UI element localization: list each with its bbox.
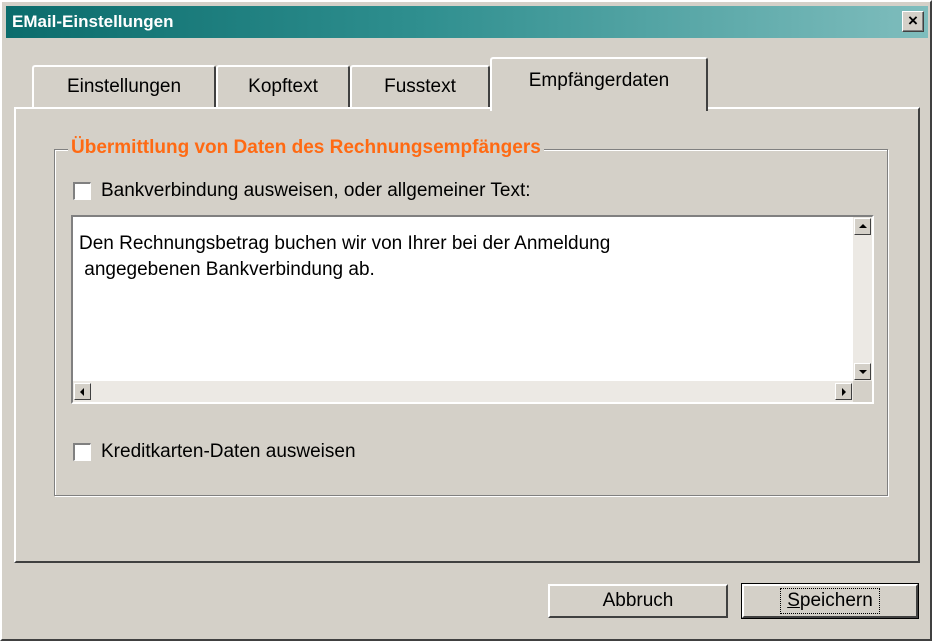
save-button-label: Speichern xyxy=(780,588,880,614)
tab-label: Fusstext xyxy=(384,76,456,97)
scrollbar-corner xyxy=(853,381,872,402)
scroll-up-button[interactable] xyxy=(854,218,871,235)
horizontal-scrollbar[interactable] xyxy=(73,381,853,402)
close-button[interactable]: × xyxy=(902,11,924,32)
tab-einstellungen[interactable]: Einstellungen xyxy=(32,65,216,107)
dialog-window: EMail-Einstellungen × Einstellungen Kopf… xyxy=(0,0,932,641)
arrow-right-icon xyxy=(842,388,846,396)
scroll-left-button[interactable] xyxy=(74,383,91,400)
window-title: EMail-Einstellungen xyxy=(12,12,174,31)
close-icon: × xyxy=(908,11,918,30)
tab-empfaengerdaten[interactable]: Empfängerdaten xyxy=(490,57,708,111)
arrow-left-icon xyxy=(80,388,84,396)
cancel-button[interactable]: Abbruch xyxy=(548,584,728,618)
bank-text-content: Den Rechnungsbetrag buchen wir von Ihrer… xyxy=(79,233,611,280)
arrow-up-icon xyxy=(859,224,867,228)
tab-fusstext[interactable]: Fusstext xyxy=(350,65,490,107)
title-bar[interactable]: EMail-Einstellungen × xyxy=(6,6,928,38)
save-button[interactable]: Speichern xyxy=(741,583,919,619)
credit-card-checkbox[interactable] xyxy=(73,443,91,461)
arrow-down-icon xyxy=(859,370,867,374)
scroll-right-button[interactable] xyxy=(835,383,852,400)
tab-label: Kopftext xyxy=(248,76,318,97)
credit-card-checkbox-label[interactable]: Kreditkarten-Daten ausweisen xyxy=(101,441,356,463)
scroll-down-button[interactable] xyxy=(854,363,871,380)
tab-label: Empfängerdaten xyxy=(528,70,670,91)
bank-checkbox-label[interactable]: Bankverbindung ausweisen, oder allgemein… xyxy=(101,180,531,202)
bank-checkbox[interactable] xyxy=(73,182,91,200)
groupbox-title: Übermittlung von Daten des Rechnungsempf… xyxy=(68,137,544,159)
vertical-scrollbar[interactable] xyxy=(853,217,872,381)
bank-text-area[interactable]: Den Rechnungsbetrag buchen wir von Ihrer… xyxy=(71,215,874,404)
cancel-button-label: Abbruch xyxy=(602,590,674,611)
tab-label: Einstellungen xyxy=(66,76,182,97)
tab-kopftext[interactable]: Kopftext xyxy=(216,65,350,107)
